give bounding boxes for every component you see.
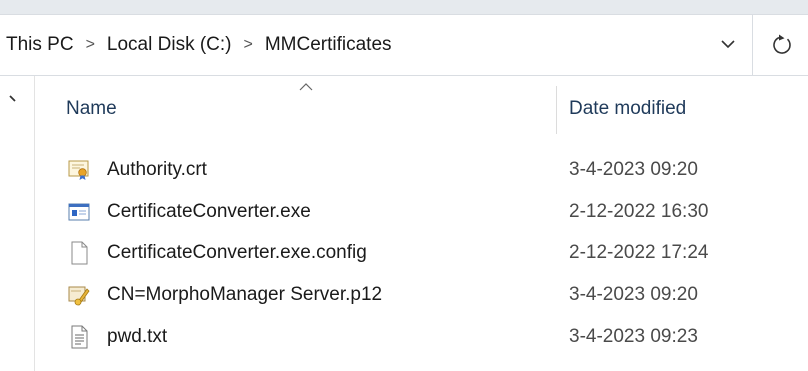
file-list-pane: Name Date modified Authority.crt 3-4-202… (0, 76, 808, 371)
column-header-date-modified[interactable]: Date modified (569, 98, 686, 120)
file-date-modified: 3-4-2023 09:20 (569, 159, 698, 180)
breadcrumb-separator[interactable]: > (234, 36, 263, 54)
refresh-icon (773, 34, 791, 54)
file-name: CertificateConverter.exe.config (107, 242, 367, 263)
refresh-button[interactable] (752, 14, 808, 76)
file-row[interactable]: CertificateConverter.exe.config 2-12-202… (44, 237, 808, 269)
window-top-strip (0, 0, 808, 14)
file-name: CertificateConverter.exe (107, 201, 311, 222)
file-row[interactable]: CertificateConverter.exe 2-12-2022 16:30 (44, 196, 808, 228)
file-date-modified: 3-4-2023 09:20 (569, 284, 698, 305)
column-header-name[interactable]: Name (66, 98, 117, 120)
file-row[interactable]: Authority.crt 3-4-2023 09:20 (44, 154, 808, 186)
file-date-modified: 3-4-2023 09:23 (569, 326, 698, 347)
blank-file-icon (71, 241, 88, 265)
breadcrumb: This PC > Local Disk (C:) > MMCertificat… (4, 15, 394, 75)
file-row[interactable]: CN=MorphoManager Server.p12 3-4-2023 09:… (44, 279, 808, 311)
breadcrumb-local-disk[interactable]: Local Disk (C:) (105, 34, 234, 56)
breadcrumb-this-pc[interactable]: This PC (4, 34, 76, 56)
expand-arrow-icon[interactable] (8, 94, 18, 108)
column-header: Name Date modified (44, 76, 808, 138)
certificate-icon (68, 160, 89, 180)
file-name: pwd.txt (107, 326, 168, 347)
breadcrumb-separator[interactable]: > (76, 36, 105, 54)
pane-divider (34, 76, 35, 371)
column-resize-handle[interactable] (556, 86, 557, 134)
sort-ascending-icon (299, 83, 313, 91)
file-row[interactable]: pwd.txt 3-4-2023 09:23 (44, 321, 808, 353)
address-bar[interactable]: This PC > Local Disk (C:) > MMCertificat… (0, 14, 752, 76)
chevron-down-icon[interactable] (718, 34, 738, 54)
breadcrumb-mmcertificates[interactable]: MMCertificates (263, 34, 394, 56)
file-name: Authority.crt (107, 159, 207, 180)
application-icon (68, 203, 90, 221)
file-date-modified: 2-12-2022 16:30 (569, 201, 709, 222)
text-file-icon (71, 325, 88, 349)
file-date-modified: 2-12-2022 17:24 (569, 242, 709, 263)
navigation-pane-edge (0, 76, 44, 371)
file-name: CN=MorphoManager Server.p12 (107, 284, 383, 305)
personal-certificate-icon (68, 286, 90, 306)
